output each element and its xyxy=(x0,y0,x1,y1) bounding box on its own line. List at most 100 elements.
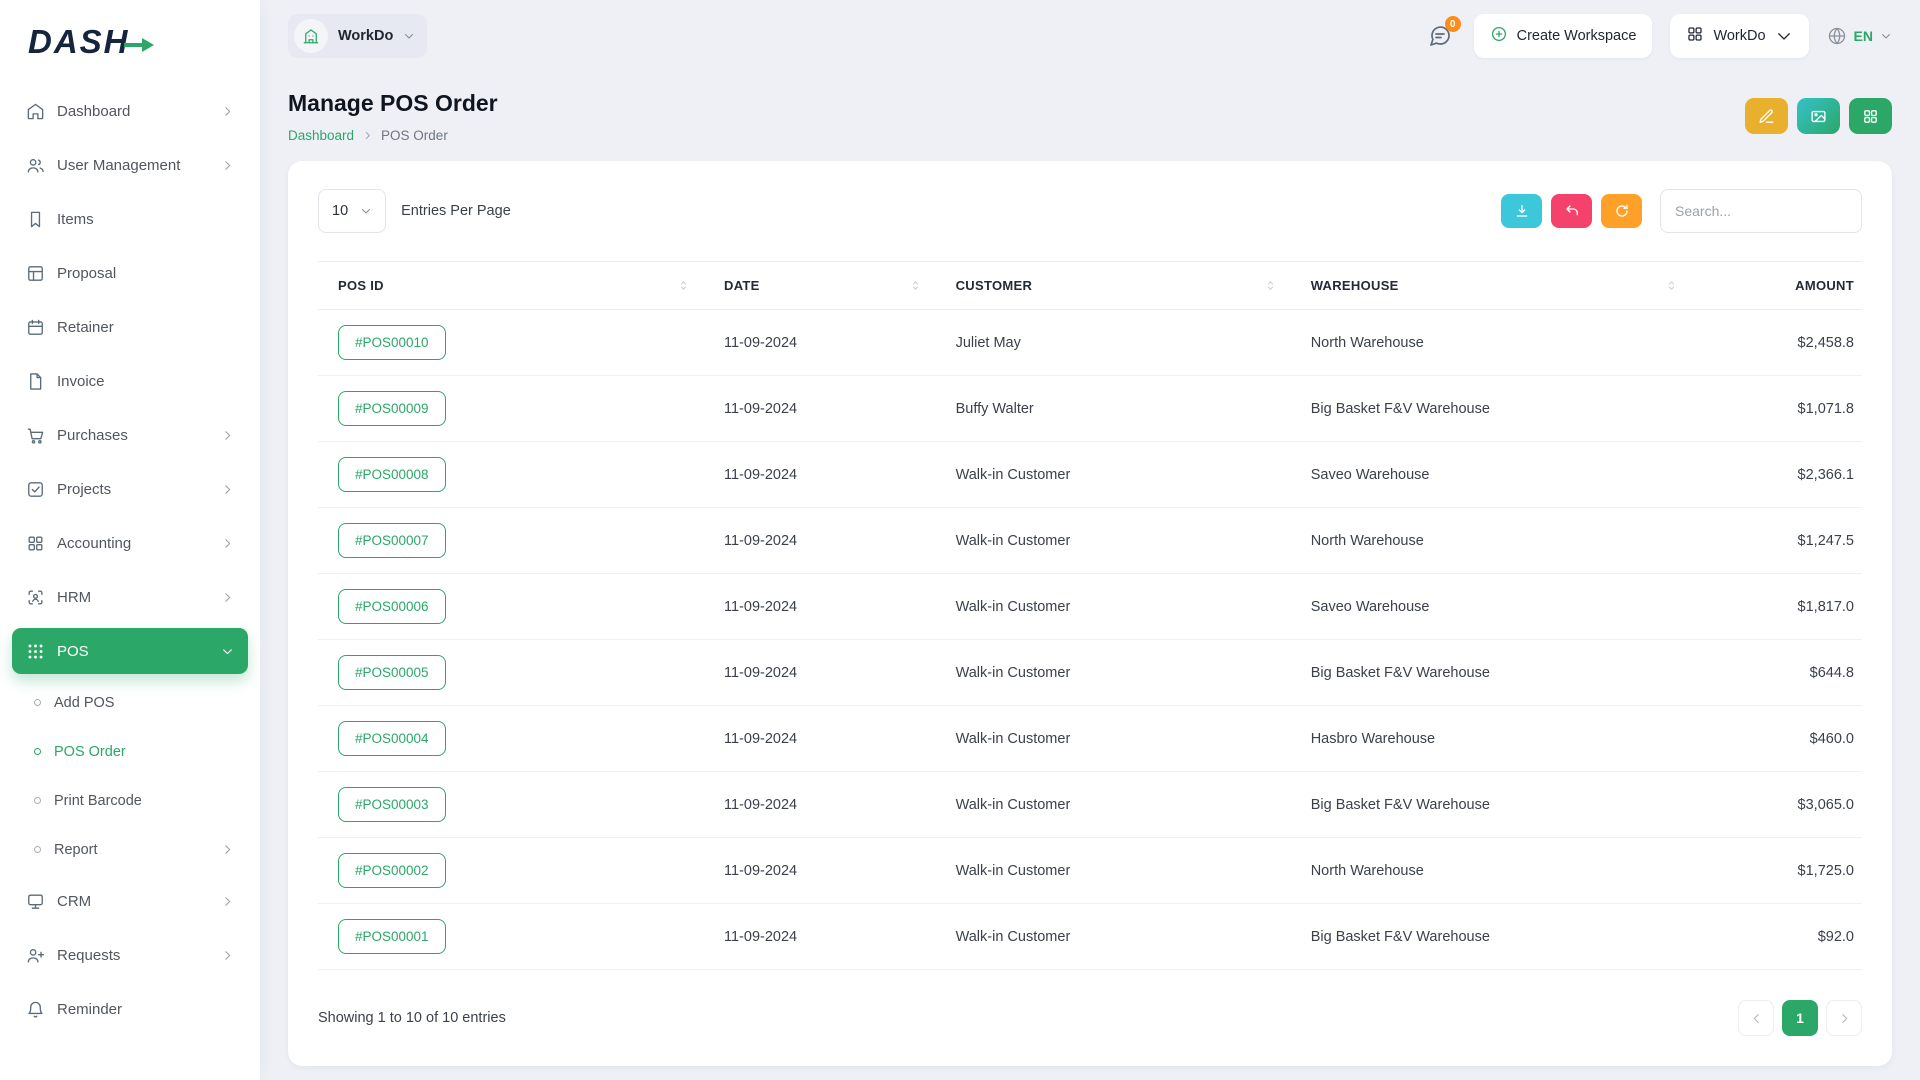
pos-id-cell: #POS00010 xyxy=(318,310,704,376)
date-cell: 11-09-2024 xyxy=(704,904,936,970)
sidebar-item-crm[interactable]: CRM xyxy=(12,878,248,924)
customer-cell: Walk-in Customer xyxy=(936,772,1291,838)
customer-cell: Walk-in Customer xyxy=(936,574,1291,640)
amount-cell: $1,247.5 xyxy=(1692,508,1862,574)
date-cell: 11-09-2024 xyxy=(704,442,936,508)
workspace-selector[interactable]: WorkDo xyxy=(288,14,427,58)
sidebar-item-invoice[interactable]: Invoice xyxy=(12,358,248,404)
sidebar-item-pos[interactable]: POS xyxy=(12,628,248,674)
pagination-next-button[interactable] xyxy=(1826,1000,1862,1036)
column-header-date[interactable]: DATE xyxy=(704,262,936,310)
bullet-icon xyxy=(34,846,41,853)
topbar: WorkDo 0 Create Workspace WorkDo xyxy=(260,0,1920,72)
sidebar-item-items[interactable]: Items xyxy=(12,196,248,242)
date-cell: 11-09-2024 xyxy=(704,508,936,574)
pos-id-button[interactable]: #POS00003 xyxy=(338,787,446,822)
breadcrumb-dashboard-link[interactable]: Dashboard xyxy=(288,128,354,143)
pos-id-cell: #POS00007 xyxy=(318,508,704,574)
undo-button[interactable] xyxy=(1551,194,1592,228)
workspace-dropdown[interactable]: WorkDo xyxy=(1670,14,1808,58)
amount-cell: $3,065.0 xyxy=(1692,772,1862,838)
pos-id-cell: #POS00003 xyxy=(318,772,704,838)
amount-cell: $1,071.8 xyxy=(1692,376,1862,442)
create-workspace-button[interactable]: Create Workspace xyxy=(1474,14,1653,58)
pos-id-cell: #POS00002 xyxy=(318,838,704,904)
sidebar-item-dashboard[interactable]: Dashboard xyxy=(12,88,248,134)
sidebar-subitem-print-barcode[interactable]: Print Barcode xyxy=(12,780,248,821)
sort-icon[interactable] xyxy=(1264,279,1277,292)
column-header-pos-id[interactable]: POS ID xyxy=(318,262,704,310)
warehouse-cell: Big Basket F&V Warehouse xyxy=(1291,640,1692,706)
sidebar-item-reminder[interactable]: Reminder xyxy=(12,986,248,1032)
title-block: Manage POS Order Dashboard POS Order xyxy=(288,90,498,143)
app-root: DASH Dashboard User Management Items xyxy=(0,0,1920,1080)
apps-grid-icon xyxy=(26,642,45,661)
entries-per-page-select[interactable]: 10 xyxy=(318,189,386,233)
sidebar-subitem-add-pos[interactable]: Add POS xyxy=(12,682,248,723)
page-header: Manage POS Order Dashboard POS Order xyxy=(288,90,1892,143)
user-scan-icon xyxy=(26,588,45,607)
pagination: 1 xyxy=(1738,1000,1862,1036)
column-header-warehouse[interactable]: WAREHOUSE xyxy=(1291,262,1692,310)
language-selector[interactable]: EN xyxy=(1827,26,1892,46)
download-icon xyxy=(1514,203,1530,219)
messages-badge: 0 xyxy=(1445,16,1461,32)
pos-id-button[interactable]: #POS00002 xyxy=(338,853,446,888)
column-header-amount[interactable]: AMOUNT xyxy=(1692,262,1862,310)
pos-id-button[interactable]: #POS00009 xyxy=(338,391,446,426)
pos-id-button[interactable]: #POS00010 xyxy=(338,325,446,360)
pos-id-button[interactable]: #POS00001 xyxy=(338,919,446,954)
sidebar-item-user-management[interactable]: User Management xyxy=(12,142,248,188)
chevron-down-icon xyxy=(1880,30,1892,42)
amount-cell: $644.8 xyxy=(1692,640,1862,706)
pos-id-button[interactable]: #POS00004 xyxy=(338,721,446,756)
pos-id-button[interactable]: #POS00007 xyxy=(338,523,446,558)
search-input[interactable] xyxy=(1660,189,1862,233)
export-button[interactable] xyxy=(1501,194,1542,228)
chevron-right-icon xyxy=(221,429,234,442)
chevron-left-icon xyxy=(1750,1012,1763,1025)
grid-icon xyxy=(1686,25,1704,47)
table-row: #POS00006 11-09-2024 Walk-in Customer Sa… xyxy=(318,574,1862,640)
chevron-right-icon xyxy=(221,949,234,962)
refresh-button[interactable] xyxy=(1601,194,1642,228)
warehouse-cell: Big Basket F&V Warehouse xyxy=(1291,772,1692,838)
brand-logo[interactable]: DASH xyxy=(0,0,260,84)
sort-icon[interactable] xyxy=(677,279,690,292)
warehouse-cell: Saveo Warehouse xyxy=(1291,574,1692,640)
page-title: Manage POS Order xyxy=(288,90,498,117)
warehouse-cell: Saveo Warehouse xyxy=(1291,442,1692,508)
chevron-down-icon xyxy=(221,645,234,658)
edit-action-button[interactable] xyxy=(1745,98,1788,134)
messages-button[interactable]: 0 xyxy=(1424,20,1456,52)
column-header-customer[interactable]: CUSTOMER xyxy=(936,262,1291,310)
pos-id-button[interactable]: #POS00008 xyxy=(338,457,446,492)
sidebar-subitem-pos-order[interactable]: POS Order xyxy=(12,731,248,772)
grid-action-button[interactable] xyxy=(1849,98,1892,134)
sort-icon[interactable] xyxy=(909,279,922,292)
layout-icon xyxy=(26,264,45,283)
sidebar-item-proposal[interactable]: Proposal xyxy=(12,250,248,296)
sidebar: DASH Dashboard User Management Items xyxy=(0,0,260,1080)
sidebar-item-hrm[interactable]: HRM xyxy=(12,574,248,620)
pagination-prev-button[interactable] xyxy=(1738,1000,1774,1036)
sort-icon[interactable] xyxy=(1665,279,1678,292)
pos-id-cell: #POS00004 xyxy=(318,706,704,772)
user-plus-icon xyxy=(26,946,45,965)
breadcrumb-current: POS Order xyxy=(381,128,448,143)
pagination-page-1[interactable]: 1 xyxy=(1782,1000,1818,1036)
pos-id-button[interactable]: #POS00005 xyxy=(338,655,446,690)
sidebar-item-requests[interactable]: Requests xyxy=(12,932,248,978)
refresh-icon xyxy=(1614,203,1630,219)
sidebar-item-accounting[interactable]: Accounting xyxy=(12,520,248,566)
sidebar-subitem-report[interactable]: Report xyxy=(12,829,248,870)
chevron-down-icon xyxy=(403,30,415,42)
pos-id-button[interactable]: #POS00006 xyxy=(338,589,446,624)
sidebar-item-purchases[interactable]: Purchases xyxy=(12,412,248,458)
table-row: #POS00001 11-09-2024 Walk-in Customer Bi… xyxy=(318,904,1862,970)
entries-per-page-label: Entries Per Page xyxy=(401,203,511,219)
sidebar-item-projects[interactable]: Projects xyxy=(12,466,248,512)
media-action-button[interactable] xyxy=(1797,98,1840,134)
customer-cell: Buffy Walter xyxy=(936,376,1291,442)
sidebar-item-retainer[interactable]: Retainer xyxy=(12,304,248,350)
